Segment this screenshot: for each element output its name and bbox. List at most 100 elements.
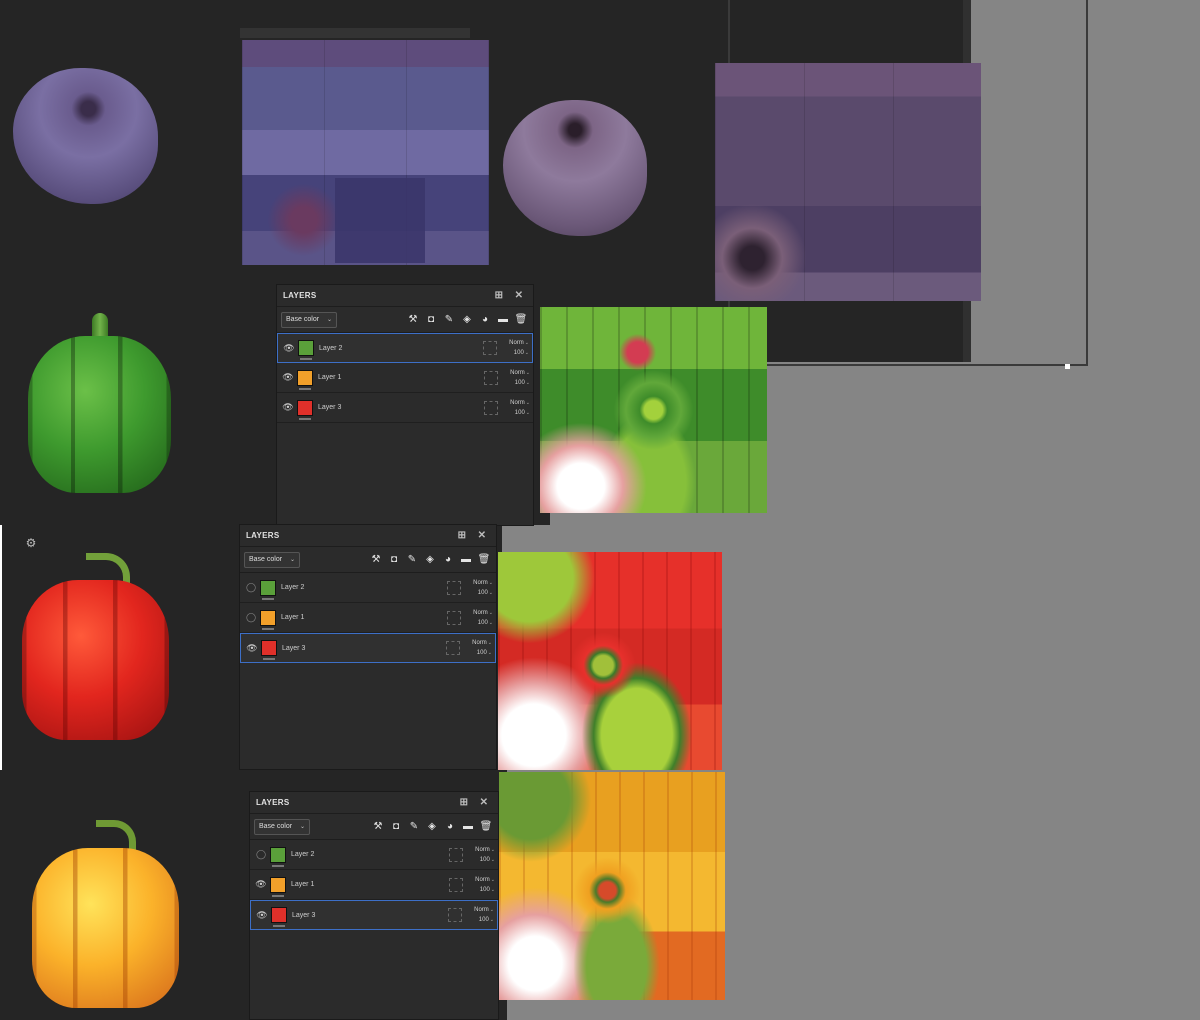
layers-toolbar: Base color ⌄ ⚒ ◘ ✎ ◈ ◕ ▬ 🗑	[277, 307, 533, 333]
layer-thumbnail	[271, 907, 287, 927]
channel-dropdown[interactable]: Base color ⌄	[254, 818, 310, 835]
layer-mask-slot[interactable]	[483, 341, 497, 355]
layer-row[interactable]: 👁 Layer 2 Norm⌄ 100⌄	[277, 333, 533, 363]
layer-name: Layer 3	[282, 644, 306, 652]
opacity-value[interactable]: 100⌄	[480, 855, 495, 865]
eye-icon[interactable]: 👁	[253, 878, 269, 892]
opacity-value[interactable]: 100⌄	[478, 618, 493, 628]
yellow-pepper-model	[32, 848, 179, 1008]
layer-thumbnail	[297, 369, 313, 390]
blend-mode[interactable]: Norm⌄	[474, 905, 494, 915]
add-mask-icon[interactable]: ◘	[423, 312, 439, 328]
layer-thumbnail	[261, 640, 277, 660]
eye-off-icon[interactable]: ◯	[253, 848, 269, 862]
layer-row[interactable]: 👁 Layer 1 Norm⌄ 100⌄	[277, 363, 533, 393]
channel-dropdown[interactable]: Base color ⌄	[244, 551, 300, 568]
opacity-value[interactable]: 100⌄	[479, 915, 494, 925]
layer-mask-slot[interactable]	[447, 580, 461, 595]
magic-wand-icon[interactable]: ⚒	[370, 819, 386, 835]
blend-mode[interactable]: Norm⌄	[473, 608, 493, 618]
add-mask-icon[interactable]: ◘	[386, 552, 402, 568]
layer-row[interactable]: 👁 Layer 3 Norm⌄ 100⌄	[250, 900, 498, 930]
magic-wand-icon[interactable]: ⚒	[405, 312, 421, 328]
folder-icon[interactable]: ▬	[458, 552, 474, 568]
eye-off-icon[interactable]: ◯	[243, 581, 259, 595]
eye-icon[interactable]: 👁	[244, 641, 260, 655]
fill-bucket-icon[interactable]: ◈	[424, 819, 440, 835]
blend-mode[interactable]: Norm⌄	[472, 638, 492, 648]
brush-icon[interactable]: ✎	[406, 819, 422, 835]
panel-title: LAYERS	[246, 531, 280, 540]
onion-texture-2	[715, 63, 981, 301]
add-mask-icon[interactable]: ◘	[388, 819, 404, 835]
trash-icon[interactable]: 🗑	[513, 312, 529, 328]
eye-icon[interactable]: 👁	[254, 908, 270, 922]
red-pepper-model	[22, 580, 169, 740]
layer-row[interactable]: ◯ Layer 1 Norm⌄ 100⌄	[240, 603, 496, 633]
expand-icon[interactable]: ⊞	[456, 795, 472, 811]
effects-icon[interactable]: ◕	[442, 819, 458, 835]
fill-bucket-icon[interactable]: ◈	[459, 312, 475, 328]
layers-panel-header: LAYERS ⊞ ✕	[250, 792, 498, 814]
layer-mask-slot[interactable]	[449, 877, 463, 892]
brush-icon[interactable]: ✎	[441, 312, 457, 328]
layer-row[interactable]: 👁 Layer 3 Norm⌄ 100⌄	[277, 393, 533, 423]
layer-name: Layer 3	[318, 404, 342, 411]
blend-mode[interactable]: Norm⌄	[509, 338, 529, 348]
settings-icon[interactable]: ⚙	[24, 536, 38, 550]
brush-icon[interactable]: ✎	[404, 552, 420, 568]
yellow-pepper-texture	[499, 772, 725, 1000]
trash-icon[interactable]: 🗑	[478, 819, 494, 835]
layer-thumbnail	[270, 876, 286, 897]
opacity-value[interactable]: 100⌄	[515, 408, 530, 418]
layers-panel-header: LAYERS ⊞ ✕	[240, 525, 496, 547]
layer-row[interactable]: 👁 Layer 3 Norm⌄ 100⌄	[240, 633, 496, 663]
layer-mask-slot[interactable]	[449, 847, 463, 862]
eye-icon[interactable]: 👁	[280, 371, 296, 385]
blend-mode[interactable]: Norm⌄	[475, 845, 495, 855]
opacity-value[interactable]: 100⌄	[477, 648, 492, 658]
opacity-value[interactable]: 100⌄	[480, 885, 495, 895]
chevron-down-icon: ⌄	[289, 557, 295, 563]
blend-mode[interactable]: Norm⌄	[510, 368, 530, 378]
layer-mask-slot[interactable]	[484, 370, 498, 385]
effects-icon[interactable]: ◕	[477, 312, 493, 328]
layer-mask-slot[interactable]	[448, 908, 462, 922]
trash-icon[interactable]: 🗑	[476, 552, 492, 568]
layer-thumbnail	[260, 609, 276, 630]
expand-icon[interactable]: ⊞	[454, 528, 470, 544]
blend-mode[interactable]: Norm⌄	[510, 398, 530, 408]
eye-off-icon[interactable]: ◯	[243, 611, 259, 625]
magic-wand-icon[interactable]: ⚒	[368, 552, 384, 568]
layers-panel-1: LAYERS ⊞ ✕ Base color ⌄ ⚒ ◘ ✎ ◈ ◕ ▬ 🗑 👁 L…	[276, 284, 534, 526]
opacity-value[interactable]: 100⌄	[514, 348, 529, 358]
blend-mode[interactable]: Norm⌄	[475, 875, 495, 885]
layer-mask-slot[interactable]	[446, 641, 460, 655]
layer-name: Layer 3	[292, 911, 316, 919]
effects-icon[interactable]: ◕	[440, 552, 456, 568]
layer-row[interactable]: ◯ Layer 2 Norm⌄ 100⌄	[250, 840, 498, 870]
chevron-down-icon: ⌄	[326, 317, 332, 323]
folder-icon[interactable]: ▬	[495, 312, 511, 328]
panel-title: LAYERS	[283, 291, 317, 300]
fill-bucket-icon[interactable]: ◈	[422, 552, 438, 568]
opacity-value[interactable]: 100⌄	[515, 378, 530, 388]
layer-thumbnail	[297, 399, 313, 420]
opacity-value[interactable]: 100⌄	[478, 588, 493, 598]
layer-mask-slot[interactable]	[447, 610, 461, 625]
channel-dropdown[interactable]: Base color ⌄	[281, 311, 337, 328]
layer-row[interactable]: ◯ Layer 2 Norm⌄ 100⌄	[240, 573, 496, 603]
layer-thumbnail	[270, 846, 286, 867]
viewport-separator	[0, 525, 2, 770]
close-icon[interactable]: ✕	[511, 288, 527, 304]
close-icon[interactable]: ✕	[474, 528, 490, 544]
eye-icon[interactable]: 👁	[281, 341, 297, 355]
folder-icon[interactable]: ▬	[460, 819, 476, 835]
layer-row[interactable]: 👁 Layer 1 Norm⌄ 100⌄	[250, 870, 498, 900]
expand-icon[interactable]: ⊞	[491, 288, 507, 304]
resize-handle[interactable]	[1065, 364, 1070, 369]
eye-icon[interactable]: 👁	[280, 401, 296, 415]
layer-mask-slot[interactable]	[484, 400, 498, 415]
blend-mode[interactable]: Norm⌄	[473, 578, 493, 588]
close-icon[interactable]: ✕	[476, 795, 492, 811]
